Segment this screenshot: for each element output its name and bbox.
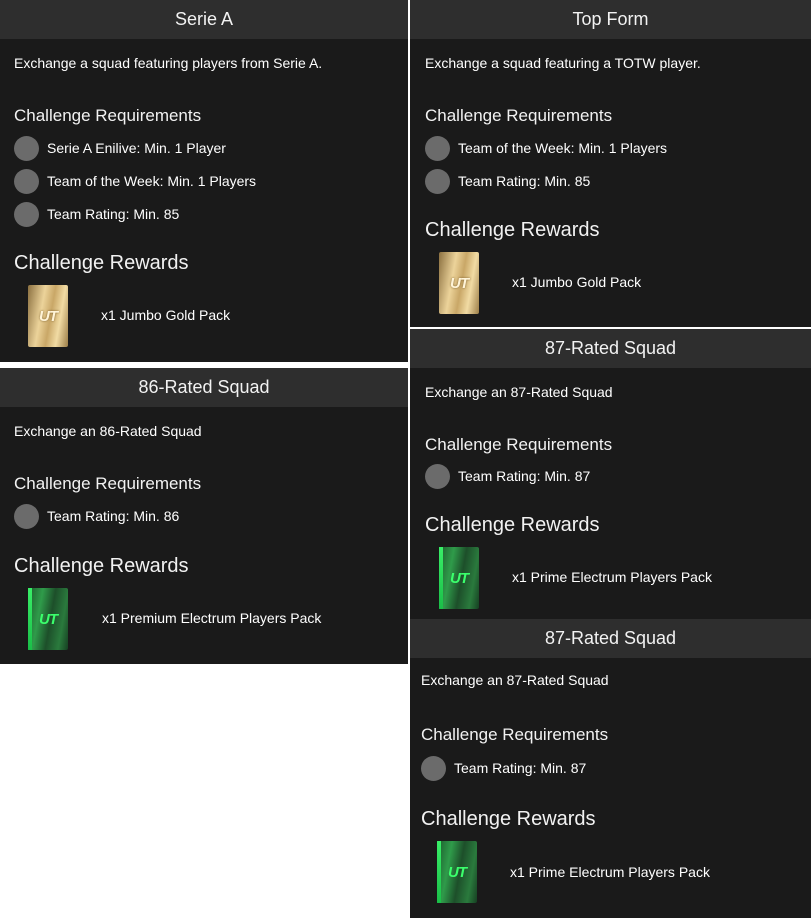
rewards-heading: Challenge Rewards [425,514,600,536]
requirement-item: Team Rating: Min. 85 [14,201,179,227]
card-title: Top Form [410,0,811,39]
card-title: Serie A [0,0,408,39]
requirements-heading: Challenge Requirements [425,435,613,454]
rewards-heading: Challenge Rewards [421,808,596,830]
requirement-item: Serie A Enilive: Min. 1 Player [14,135,226,161]
circle-status-icon [14,135,39,161]
card-title: 87-Rated Squad [410,329,811,368]
card-description: Exchange a squad featuring a TOTW player… [425,55,701,71]
pack-logo: UT [450,274,469,292]
reward-label: x1 Jumbo Gold Pack [101,307,231,323]
sbc-card-86-rated-squad[interactable]: 86-Rated Squad Exchange an 86-Rated Squa… [0,368,408,664]
reward-label: x1 Premium Electrum Players Pack [102,610,322,626]
requirement-label: Team Rating: Min. 86 [47,508,180,524]
requirements-heading: Challenge Requirements [14,474,202,493]
pack-logo: UT [448,863,467,881]
card-description: Exchange a squad featuring players from … [14,55,323,71]
reward-label: x1 Prime Electrum Players Pack [510,864,710,880]
requirements-heading: Challenge Requirements [14,106,202,125]
electrum-pack-icon: UT [437,841,477,903]
requirement-item: Team Rating: Min. 86 [14,503,179,529]
circle-status-icon [425,168,450,194]
jumbo-gold-pack-icon: UT [28,285,68,347]
requirement-item: Team Rating: Min. 87 [425,463,590,489]
pack-logo: UT [450,569,469,587]
requirement-item: Team Rating: Min. 85 [425,168,590,194]
card-description: Exchange an 87-Rated Squad [425,384,613,400]
sbc-card-87-rated-squad-2[interactable]: 87-Rated Squad Exchange an 87-Rated Squa… [410,619,811,918]
requirement-item: Team Rating: Min. 87 [421,755,586,781]
requirement-item: Team of the Week: Min. 1 Players [425,135,667,161]
sbc-card-top-form[interactable]: Top Form Exchange a squad featuring a TO… [410,0,811,327]
circle-status-icon [14,503,39,529]
sbc-card-87-rated-squad[interactable]: 87-Rated Squad Exchange an 87-Rated Squa… [410,329,811,619]
requirement-label: Team Rating: Min. 85 [458,173,591,189]
requirement-label: Team Rating: Min. 87 [458,468,591,484]
pack-logo: UT [39,307,58,325]
requirements-heading: Challenge Requirements [421,725,609,744]
requirement-label: Team of the Week: Min. 1 Players [47,173,257,189]
reward-label: x1 Jumbo Gold Pack [512,274,642,290]
card-description: Exchange an 86-Rated Squad [14,423,202,439]
pack-logo: UT [39,610,58,628]
card-description: Exchange an 87-Rated Squad [421,672,609,688]
circle-status-icon [14,168,39,194]
requirement-label: Team Rating: Min. 85 [47,206,180,222]
electrum-pack-icon: UT [28,588,68,650]
card-title: 87-Rated Squad [410,619,811,658]
circle-status-icon [425,463,450,489]
card-title: 86-Rated Squad [0,368,408,407]
reward-label: x1 Prime Electrum Players Pack [512,569,712,585]
circle-status-icon [425,135,450,161]
requirements-heading: Challenge Requirements [425,106,613,125]
requirement-label: Serie A Enilive: Min. 1 Player [47,140,226,156]
requirement-item: Team of the Week: Min. 1 Players [14,168,256,194]
rewards-heading: Challenge Rewards [425,219,600,241]
requirement-label: Team Rating: Min. 87 [454,760,587,776]
circle-status-icon [14,201,39,227]
electrum-pack-icon: UT [439,547,479,609]
jumbo-gold-pack-icon: UT [439,252,479,314]
requirement-label: Team of the Week: Min. 1 Players [458,140,668,156]
rewards-heading: Challenge Rewards [14,252,189,274]
sbc-card-serie-a[interactable]: Serie A Exchange a squad featuring playe… [0,0,408,362]
rewards-heading: Challenge Rewards [14,555,189,577]
circle-status-icon [421,755,446,781]
